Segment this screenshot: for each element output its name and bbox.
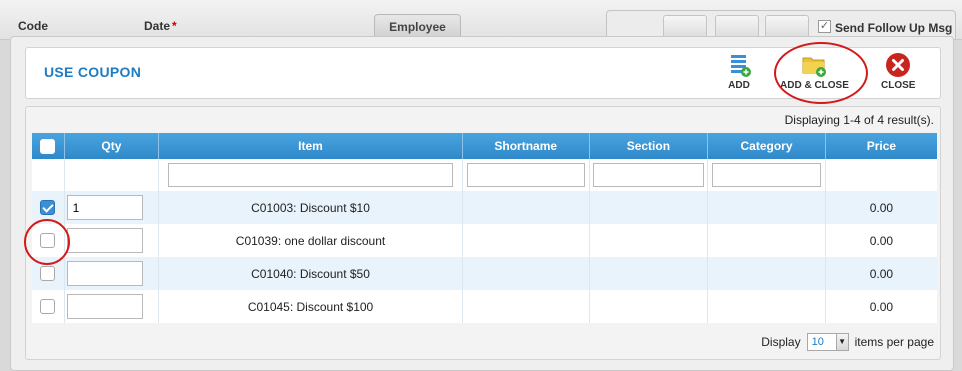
table-row[interactable]: C01003: Discount $10 0.00 [32, 191, 937, 224]
row-select-cell [32, 191, 65, 224]
item-cell: C01040: Discount $50 [158, 257, 463, 290]
section-cell [589, 224, 709, 257]
category-filter-input[interactable] [711, 163, 822, 187]
section-cell [589, 290, 709, 323]
price-cell: 0.00 [825, 257, 937, 290]
qty-input[interactable] [66, 195, 143, 220]
code-label: Code [18, 19, 48, 33]
send-follow-up-checkbox[interactable]: ✓ [818, 20, 831, 33]
select-all-header[interactable] [32, 133, 65, 159]
category-cell [707, 224, 826, 257]
column-header-shortname[interactable]: Shortname [462, 133, 590, 159]
filter-row [32, 159, 937, 191]
background-form-header: Code Date * Employee ✓ Send Follow Up Msg [0, 0, 962, 40]
column-header-section[interactable]: Section [589, 133, 709, 159]
items-per-page-select[interactable]: 10 ▼ [806, 333, 849, 351]
column-header-category[interactable]: Category [707, 133, 826, 159]
price-cell: 0.00 [825, 191, 937, 224]
row-select-cell [32, 257, 65, 290]
table-row[interactable]: C01045: Discount $100 0.00 [32, 290, 937, 323]
close-circle-icon [885, 52, 911, 78]
price-cell: 0.00 [825, 224, 937, 257]
qty-input[interactable] [66, 261, 143, 286]
column-header-price[interactable]: Price [825, 133, 937, 159]
coupon-table: Qty Item Shortname Section Category Pric… [32, 133, 937, 323]
dialog-header: USE COUPON ADD ADD & CLOSE CLOSE [25, 42, 941, 104]
result-count: Displaying 1-4 of 4 result(s). [784, 113, 934, 127]
items-per-page-label: items per page [854, 335, 934, 349]
add-and-close-label: ADD & CLOSE [780, 80, 849, 91]
qty-input[interactable] [66, 294, 143, 319]
table-row[interactable]: C01039: one dollar discount 0.00 [32, 224, 937, 257]
qty-cell [64, 191, 160, 224]
close-button[interactable]: CLOSE [881, 52, 915, 91]
section-cell [589, 257, 709, 290]
close-button-label: CLOSE [881, 80, 916, 91]
table-header-row: Qty Item Shortname Section Category Pric… [32, 133, 937, 159]
item-cell: C01003: Discount $10 [158, 191, 463, 224]
item-cell: C01045: Discount $100 [158, 290, 463, 323]
use-coupon-dialog: USE COUPON ADD ADD & CLOSE CLOSE Display… [10, 36, 954, 371]
qty-cell [64, 257, 160, 290]
qty-input[interactable] [66, 228, 143, 253]
item-filter-input[interactable] [168, 163, 453, 187]
section-cell [589, 191, 709, 224]
category-cell [707, 257, 826, 290]
add-button[interactable]: ADD [726, 52, 752, 91]
coupon-grid-panel: Displaying 1-4 of 4 result(s). Qty Item … [24, 106, 941, 360]
shortname-cell [462, 191, 590, 224]
price-cell: 0.00 [825, 290, 937, 323]
qty-cell [64, 290, 160, 323]
qty-cell [64, 224, 160, 257]
shortname-cell [462, 224, 590, 257]
date-label: Date * [144, 19, 177, 33]
shortname-cell [462, 257, 590, 290]
add-and-close-button[interactable]: ADD & CLOSE [780, 52, 849, 91]
dialog-title: USE COUPON [44, 64, 142, 80]
row-checkbox[interactable] [40, 233, 56, 249]
display-label: Display [761, 335, 801, 349]
row-checkbox[interactable] [40, 200, 56, 216]
add-button-label: ADD [728, 80, 750, 91]
column-header-qty[interactable]: Qty [64, 133, 160, 159]
shortname-filter-input[interactable] [466, 163, 585, 187]
section-filter-input[interactable] [593, 163, 704, 187]
list-add-icon [726, 52, 752, 78]
folder-add-icon [801, 52, 827, 78]
send-follow-up-label: Send Follow Up Msg [835, 21, 953, 35]
shortname-cell [462, 290, 590, 323]
column-header-item[interactable]: Item [158, 133, 463, 159]
row-select-cell [32, 290, 65, 323]
required-marker: * [172, 19, 177, 33]
category-cell [707, 191, 826, 224]
select-all-checkbox[interactable] [40, 138, 56, 154]
dropdown-arrow-icon[interactable]: ▼ [835, 334, 848, 350]
table-row[interactable]: C01040: Discount $50 0.00 [32, 257, 937, 290]
row-checkbox[interactable] [40, 299, 56, 315]
pagination-bar: Display 10 ▼ items per page [761, 333, 934, 351]
category-cell [707, 290, 826, 323]
item-cell: C01039: one dollar discount [158, 224, 463, 257]
row-select-cell [32, 224, 65, 257]
row-checkbox[interactable] [40, 266, 56, 282]
